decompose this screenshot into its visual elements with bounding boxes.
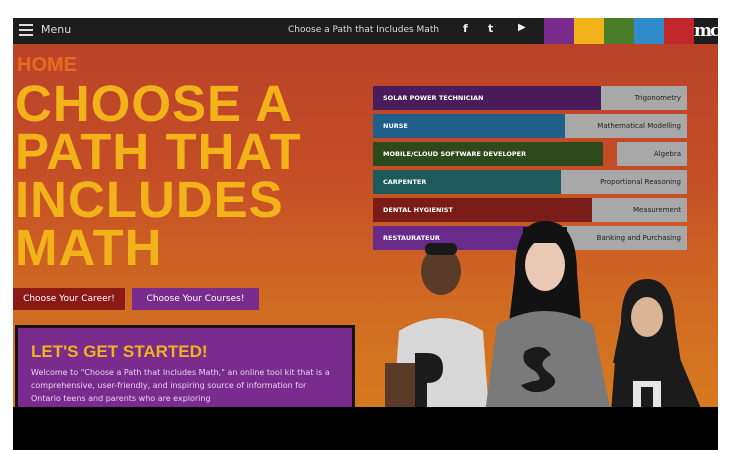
get-started-text: Welcome to "Choose a Path that Includes … [31,368,330,403]
get-started-title: LET'S GET STARTED! [31,342,208,361]
career-name[interactable]: SOLAR POWER TECHNICIAN [373,86,603,110]
choose-career-button[interactable]: Choose Your Career! [13,288,125,310]
career-name[interactable]: MOBILE/CLOUD SOFTWARE DEVELOPER [373,142,603,166]
student-woman-figure [485,221,611,413]
facebook-icon[interactable]: f [463,22,468,35]
page-frame: Menu Choose a Path that Includes Math f … [13,18,718,450]
color-swatch-green [604,18,634,44]
color-swatch-red [664,18,694,44]
twitter-icon[interactable]: t [488,22,493,35]
career-row[interactable]: MOBILE/CLOUD SOFTWARE DEVELOPER Algebra [373,142,687,166]
math-subject: Algebra [617,142,687,166]
headline-line: CHOOSE A [15,75,294,132]
career-row[interactable]: SOLAR POWER TECHNICIAN Trigonometry [373,86,687,110]
math-subject: Trigonometry [601,86,687,110]
headline-line: INCLUDES [15,171,284,228]
students-photo [385,221,703,413]
color-swatch-purple [544,18,574,44]
headline-line: MATH [15,219,163,276]
career-row[interactable]: NURSE Mathematical Modelling [373,114,687,138]
hamburger-menu-icon[interactable] [19,24,33,36]
site-logo[interactable]: mc [694,21,718,41]
nav-title: Choose a Path that Includes Math [288,25,440,35]
math-subject: Mathematical Modelling [565,114,687,138]
student-man-figure [385,243,489,413]
color-swatch-yellow [574,18,604,44]
choose-courses-button[interactable]: Choose Your Courses! [132,288,259,310]
career-row[interactable]: CARPENTER Proportional Reasoning [373,170,687,194]
top-nav-bar: Menu Choose a Path that Includes Math f … [13,18,718,44]
page-label: HOME [17,54,77,76]
page-headline: CHOOSE A PATH THAT INCLUDES MATH [15,75,375,276]
math-subject: Proportional Reasoning [561,170,687,194]
color-swatch-blue [634,18,664,44]
youtube-icon[interactable]: ▶ [518,22,526,33]
student-hijab-figure [611,279,703,413]
menu-label[interactable]: Menu [41,23,71,36]
headline-line: PATH THAT [15,123,302,180]
video-bottom-bar [13,407,718,450]
